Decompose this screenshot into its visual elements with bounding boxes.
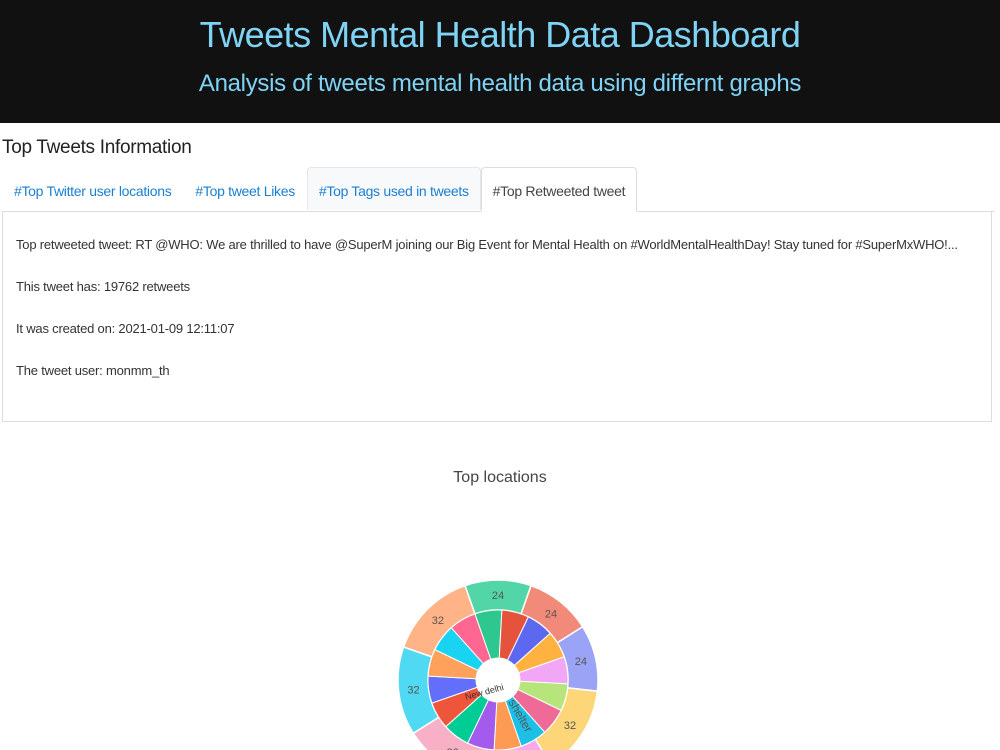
tab-bar: #Top Twitter user locations #Top tweet L… — [2, 167, 994, 212]
section-title: Top Tweets Information — [2, 137, 192, 158]
tab-panel: Top retweeted tweet: RT @WHO: We are thr… — [2, 211, 992, 422]
tab-top-tags[interactable]: #Top Tags used in tweets — [306, 167, 481, 210]
sunburst-outer-label: 32 — [432, 615, 444, 627]
sunburst-outer-label: 24 — [545, 609, 557, 621]
tab-top-locations[interactable]: #Top Twitter user locations — [2, 167, 183, 210]
dashboard-subtitle: Analysis of tweets mental health data us… — [198, 70, 802, 97]
sunburst-outer-label: 32 — [564, 720, 576, 732]
dashboard-header: Tweets Mental Health Data Dashboard Anal… — [0, 0, 1000, 123]
tweet-user: The tweet user: monmm_th — [16, 363, 170, 378]
dashboard-title: Tweets Mental Health Data Dashboard — [199, 14, 801, 55]
created-date: It was created on: 2021-01-09 12:11:07 — [16, 321, 235, 336]
tab-top-likes[interactable]: #Top tweet Likes — [183, 167, 306, 210]
sunburst-outer-label: 24 — [492, 590, 504, 602]
sunburst-outer-label: 32 — [407, 685, 419, 697]
retweet-count: This tweet has: 19762 retweets — [16, 279, 190, 294]
chart-title: Top locations — [453, 469, 547, 486]
tab-top-retweeted[interactable]: #Top Retweeted tweet — [480, 167, 638, 212]
top-retweet-text: Top retweeted tweet: RT @WHO: We are thr… — [16, 237, 958, 252]
sunburst-outer-label: 24 — [575, 656, 587, 668]
sunburst-chart[interactable]: 2424243224323232New delhishelter — [380, 520, 620, 750]
